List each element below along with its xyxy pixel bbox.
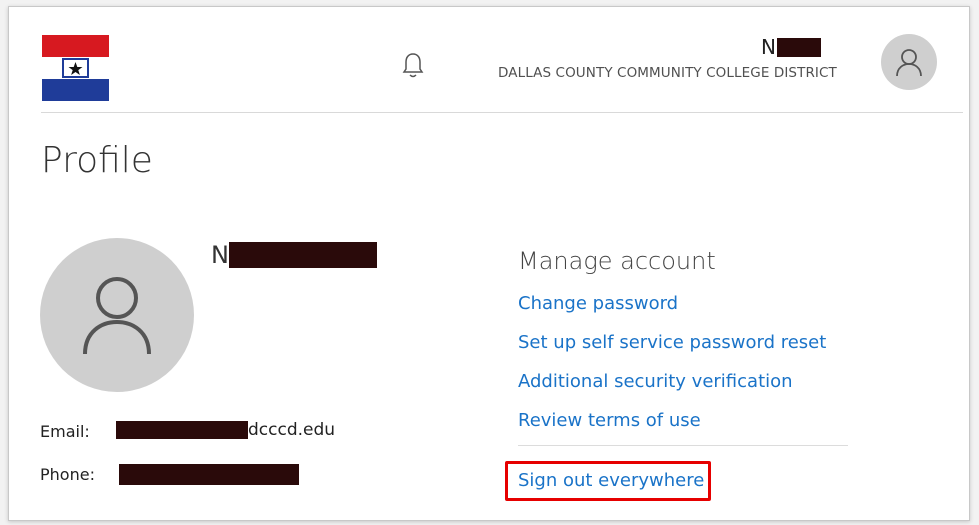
phone-label: Phone: xyxy=(40,465,95,484)
email-label: Email: xyxy=(40,422,90,441)
profile-avatar xyxy=(40,238,194,392)
links-divider xyxy=(518,445,848,446)
page-title: Profile xyxy=(41,140,153,181)
review-terms-link[interactable]: Review terms of use xyxy=(518,408,826,447)
email-suffix: dcccd.edu xyxy=(248,420,336,440)
phone-value xyxy=(119,464,299,485)
person-icon xyxy=(896,49,922,77)
email-value: dcccd.edu xyxy=(116,420,335,440)
header-user-name-initial: N xyxy=(761,35,776,59)
redacted-phone xyxy=(119,464,299,485)
manage-account-links: Change password Set up self service pass… xyxy=(518,291,826,447)
bell-icon[interactable] xyxy=(402,51,424,81)
person-icon xyxy=(83,277,151,355)
header-divider xyxy=(41,112,963,113)
organization-name: DALLAS COUNTY COMMUNITY COLLEGE DISTRICT xyxy=(498,65,837,81)
security-verification-link[interactable]: Additional security verification xyxy=(518,369,826,408)
redacted-email xyxy=(116,421,248,439)
profile-name-initial: N xyxy=(211,241,229,269)
manage-account-title: Manage account xyxy=(518,247,716,275)
profile-page: N DALLAS COUNTY COMMUNITY COLLEGE DISTRI… xyxy=(8,6,970,521)
redacted-name xyxy=(228,242,377,268)
profile-name: N xyxy=(211,241,377,269)
header-avatar[interactable] xyxy=(881,34,937,90)
self-service-password-reset-link[interactable]: Set up self service password reset xyxy=(518,330,826,369)
change-password-link[interactable]: Change password xyxy=(518,291,826,330)
header-user-name: N xyxy=(761,35,821,59)
sign-out-everywhere-link[interactable]: Sign out everywhere xyxy=(518,468,704,494)
redacted-name xyxy=(777,37,821,57)
dcccd-logo[interactable] xyxy=(42,35,109,101)
